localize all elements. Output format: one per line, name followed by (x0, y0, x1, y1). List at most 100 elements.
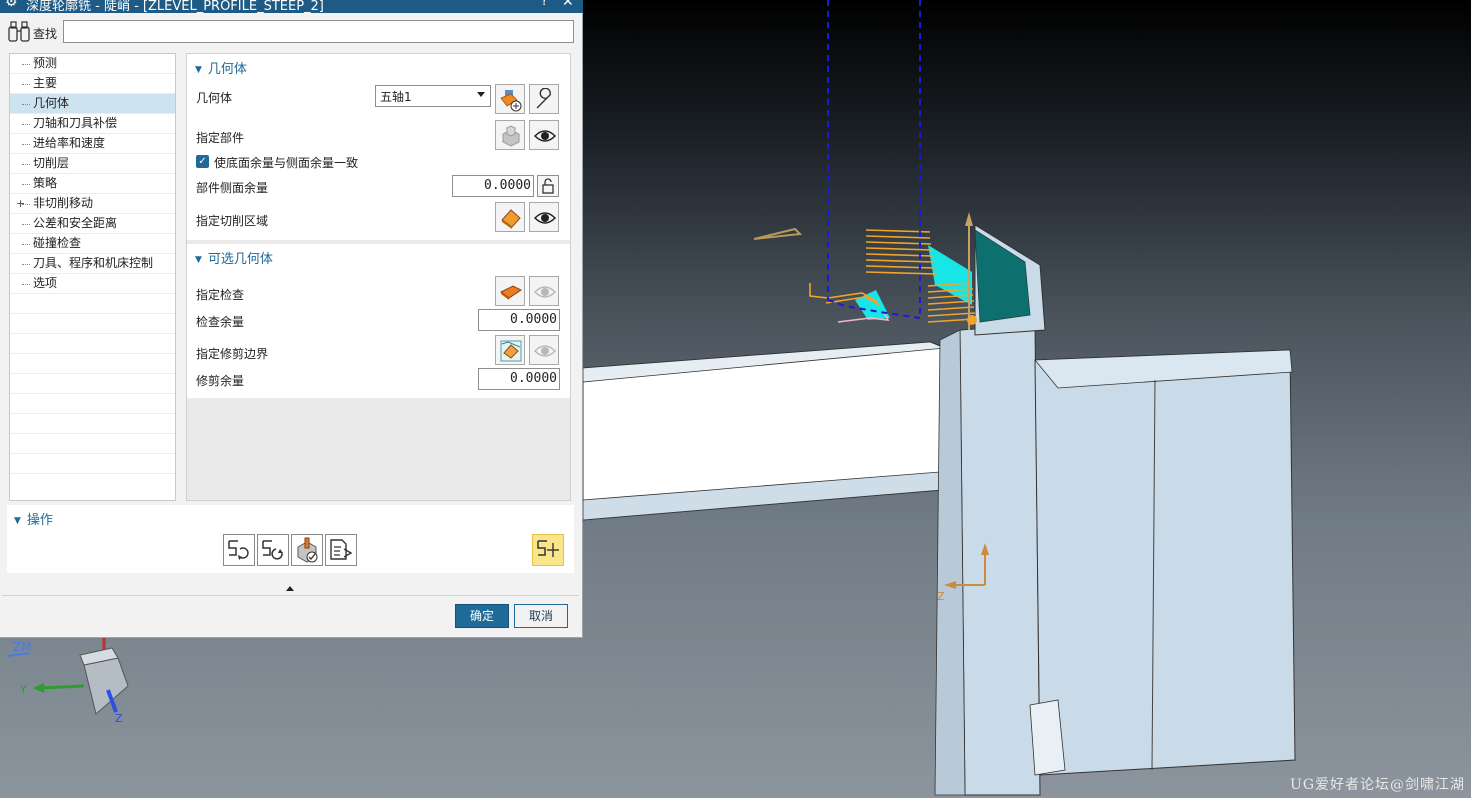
ok-button[interactable]: 确定 (455, 604, 509, 628)
nav-item-label: 公差和安全距离 (33, 216, 118, 230)
tool-path-button[interactable] (532, 534, 564, 566)
lock-icon (542, 178, 554, 194)
edit-geometry-button[interactable] (529, 84, 559, 114)
display-trim-boundary-button[interactable] (529, 335, 559, 365)
eye-disabled-icon (533, 345, 557, 357)
nav-item-label: 主要 (33, 76, 58, 90)
nav-item-tolerance[interactable]: 公差和安全距离 (10, 214, 175, 234)
trim-boundary-icon (500, 340, 522, 362)
nav-item-geometry[interactable]: 几何体 (10, 94, 175, 114)
list-output-icon (330, 539, 353, 560)
nav-item-strategy[interactable]: 策略 (10, 174, 175, 194)
wcs-z-label: Z (937, 590, 945, 603)
triad-z-label: Z (115, 712, 123, 725)
nav-item-collision[interactable]: 碰撞检查 (10, 234, 175, 254)
generate-button[interactable] (223, 534, 255, 566)
nav-item-label: 刀具、程序和机床控制 (33, 256, 154, 270)
nav-item-label: 策略 (33, 176, 58, 190)
nav-item-preview[interactable]: 预测 (10, 54, 175, 74)
collapse-triangle-icon: ▼ (195, 255, 202, 265)
nav-empty-row (10, 354, 175, 374)
display-check-button[interactable] (529, 276, 559, 306)
nav-empty-row (10, 314, 175, 334)
check-stock-field[interactable]: 0.0000 (478, 309, 560, 331)
eye-icon (533, 212, 557, 224)
eye-icon (533, 130, 557, 142)
optional-geometry-group: ▼ 可选几何体 指定检查 检查余量 0.0000 指定修剪边界 修剪余量 0.0… (187, 244, 570, 398)
geometry-label: 几何体 (196, 91, 233, 105)
side-stock-label: 部件侧面余量 (196, 181, 269, 195)
collapse-up-icon[interactable] (286, 586, 294, 591)
settings-panel: ▼ 几何体 几何体 五轴1 指定部件 ✓ 使底面余量与侧面余量一致 部件侧面余量… (186, 53, 571, 501)
nav-item-tool-axis[interactable]: 刀轴和刀具补偿 (10, 114, 175, 134)
search-input[interactable] (63, 20, 574, 43)
nav-item-label: 切削层 (33, 156, 70, 170)
select-check-button[interactable] (495, 276, 525, 306)
nav-item-main[interactable]: 主要 (10, 74, 175, 94)
operation-dialog: ⚙ 深度轮廓铣 - 陡峭 - [ZLEVEL_PROFILE_STEEP_2] … (0, 0, 583, 638)
cut-area-icon (501, 209, 521, 229)
search-label: 查找 (33, 27, 58, 41)
nav-item-label: 碰撞检查 (33, 236, 82, 250)
check-label: 指定检查 (196, 288, 245, 302)
select-trim-boundary-button[interactable] (495, 335, 525, 365)
nav-item-tool-program[interactable]: 刀具、程序和机床控制 (10, 254, 175, 274)
generate-icon (228, 540, 249, 560)
nav-item-label: 选项 (33, 276, 58, 290)
gear-icon: ⚙ (5, 0, 18, 10)
select-cut-area-button[interactable] (495, 202, 525, 232)
verify-icon (297, 537, 318, 563)
stock-checkbox-label: 使底面余量与侧面余量一致 (214, 156, 359, 170)
part-label: 指定部件 (196, 131, 245, 145)
nav-empty-row (10, 294, 175, 314)
nav-empty-row (10, 434, 175, 454)
wrench-icon (536, 88, 551, 109)
nav-item-label: 进给率和速度 (33, 136, 106, 150)
collapse-triangle-icon: ▼ (14, 516, 21, 526)
nav-item-label: 非切削移动 (33, 196, 94, 210)
toolpath-icon (537, 540, 559, 557)
stock-checkbox[interactable]: ✓ (196, 155, 209, 168)
display-part-button[interactable] (529, 120, 559, 150)
separator (2, 595, 579, 596)
operation-header-label: 操作 (26, 513, 53, 528)
replay-icon (262, 540, 283, 560)
dialog-title: 深度轮廓铣 - 陡峭 - [ZLEVEL_PROFILE_STEEP_2] (26, 0, 324, 13)
operation-header[interactable]: ▼ 操作 (14, 509, 53, 528)
select-part-button[interactable] (495, 120, 525, 150)
lock-button[interactable] (537, 175, 559, 197)
nav-empty-row (10, 374, 175, 394)
geometry-group-header[interactable]: ▼ 几何体 (195, 58, 247, 77)
check-geometry-icon (500, 285, 522, 300)
nav-item-options[interactable]: 选项 (10, 274, 175, 294)
nav-item-non-cutting[interactable]: + 非切削移动 (10, 194, 175, 214)
close-icon[interactable]: ✕ (562, 0, 574, 10)
geometry-select[interactable]: 五轴1 (375, 85, 491, 107)
binoculars-icon (8, 21, 30, 42)
display-cut-area-button[interactable] (529, 202, 559, 232)
help-icon[interactable]: ? (541, 0, 548, 9)
nav-item-label: 预测 (33, 56, 58, 70)
chevron-down-icon (477, 92, 485, 97)
nav-item-cut-levels[interactable]: 切削层 (10, 154, 175, 174)
part-icon (502, 125, 520, 147)
nav-empty-row (10, 454, 175, 474)
nav-empty-row (10, 394, 175, 414)
triad-zm-label: ZM (13, 640, 32, 654)
list-output-button[interactable] (325, 534, 357, 566)
nav-item-feeds[interactable]: 进给率和速度 (10, 134, 175, 154)
optional-geometry-header[interactable]: ▼ 可选几何体 (195, 248, 273, 267)
geometry-group: ▼ 几何体 几何体 五轴1 指定部件 ✓ 使底面余量与侧面余量一致 部件侧面余量… (187, 54, 570, 240)
new-geometry-button[interactable] (495, 84, 525, 114)
cancel-button[interactable]: 取消 (514, 604, 568, 628)
side-stock-field[interactable]: 0.0000 (452, 175, 534, 197)
trim-stock-field[interactable]: 0.0000 (478, 368, 560, 390)
operation-group: ▼ 操作 (7, 505, 574, 573)
replay-button[interactable] (257, 534, 289, 566)
search-row: 查找 (0, 13, 583, 49)
dialog-titlebar[interactable]: ⚙ 深度轮廓铣 - 陡峭 - [ZLEVEL_PROFILE_STEEP_2] … (0, 0, 583, 13)
trim-boundary-label: 指定修剪边界 (196, 347, 269, 361)
expand-icon[interactable]: + (16, 194, 25, 213)
optional-geometry-header-label: 可选几何体 (207, 252, 273, 267)
verify-button[interactable] (291, 534, 323, 566)
